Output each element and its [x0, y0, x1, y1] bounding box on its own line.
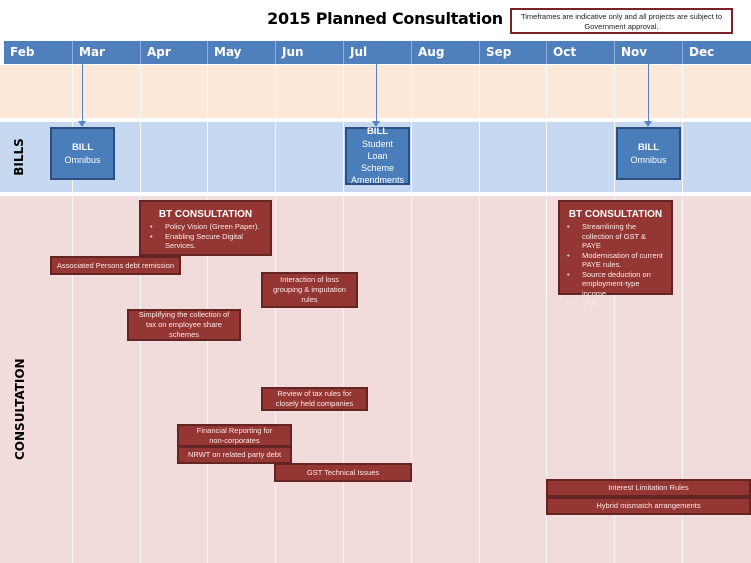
consultation-interest-limitation[interactable]: Interest Limitation Rules: [546, 479, 751, 497]
bt-consultation-items: Streamlining the collection of GST & PAY…: [564, 222, 667, 308]
month-sep: Sep: [479, 41, 546, 64]
month-gridline: [275, 196, 276, 563]
month-jun: Jun: [275, 41, 343, 64]
month-gridline: [614, 65, 615, 118]
month-gridline: [479, 122, 480, 192]
month-feb: Feb: [10, 45, 35, 59]
bt-item: Policy Vision (Green Paper).: [147, 222, 264, 232]
bt-item: Enabling Secure Digital Services.: [147, 232, 264, 251]
bill-subtitle: Omnibus: [630, 154, 667, 165]
month-gridline: [343, 65, 344, 118]
month-may: May: [207, 41, 275, 64]
bill-title: BILL: [366, 126, 389, 137]
month-gridline: [343, 196, 344, 563]
month-aug: Aug: [411, 41, 479, 64]
consultation-gst-technical[interactable]: GST Technical Issues: [274, 463, 412, 482]
bill-title: BILL: [637, 141, 660, 153]
month-gridline: [479, 196, 480, 563]
bills-lane-label: BILLS: [12, 138, 26, 176]
month-apr: Apr: [140, 41, 207, 64]
bill-subtitle: Omnibus: [64, 154, 101, 165]
month-gridline: [411, 122, 412, 192]
month-jul: Jul: [343, 41, 411, 64]
month-gridline: [411, 196, 412, 563]
month-gridline: [72, 65, 73, 118]
bt-item: Modernisation of current PAYE rules.: [564, 251, 667, 270]
bill-student-loan-jul[interactable]: BILL Student Loan Scheme Amendments: [345, 126, 410, 185]
arrow-line-nov: [648, 64, 649, 122]
month-mar: Mar: [72, 41, 140, 64]
arrow-line-mar: [82, 64, 83, 122]
month-gridline: [140, 65, 141, 118]
bill-subtitle: Student Loan Scheme Amendments: [351, 139, 405, 185]
month-gridline: [343, 122, 344, 192]
month-gridline: [614, 122, 615, 192]
consultation-loss-grouping[interactable]: Interaction of loss grouping & imputatio…: [261, 272, 358, 308]
bill-omnibus-nov[interactable]: BILL Omnibus: [616, 127, 681, 180]
month-gridline: [275, 122, 276, 192]
month-gridline: [479, 65, 480, 118]
bt-consultation-1[interactable]: BT CONSULTATION Policy Vision (Green Pap…: [139, 200, 272, 256]
bill-title: BILL: [71, 141, 94, 153]
month-gridline: [72, 196, 73, 563]
arrow-line-jul: [376, 64, 377, 122]
bt-consultation-items: Policy Vision (Green Paper). Enabling Se…: [147, 222, 264, 251]
month-gridline: [207, 122, 208, 192]
month-gridline: [140, 122, 141, 192]
bt-consultation-title: BT CONSULTATION: [158, 209, 253, 220]
month-dec: Dec: [682, 41, 751, 64]
bt-item: Source deduction on employment-type inco…: [564, 270, 667, 299]
month-gridline: [207, 65, 208, 118]
month-nov: Nov: [614, 41, 682, 64]
consultation-associated-persons[interactable]: Associated Persons debt remission: [50, 256, 181, 275]
bill-omnibus-mar[interactable]: BILL Omnibus: [50, 127, 115, 180]
bt-consultation-2[interactable]: BT CONSULTATION Streamlining the collect…: [558, 200, 673, 307]
month-gridline: [275, 65, 276, 118]
month-oct: Oct: [546, 41, 614, 64]
consultation-financial-reporting[interactable]: Financial Reporting for non-corporates: [177, 424, 292, 447]
bt-item: Streamlining the collection of GST & PAY…: [564, 222, 667, 251]
month-gridline: [411, 65, 412, 118]
page-title: 2015 Planned Consultation: [267, 9, 503, 28]
month-gridline: [546, 122, 547, 192]
consultation-employee-share-schemes[interactable]: Simplifying the collection of tax on emp…: [127, 309, 241, 341]
month-gridline: [682, 122, 683, 192]
month-header: Feb Mar Apr May Jun Jul Aug Sep Oct Nov …: [4, 41, 751, 64]
bt-item: TAA.: [564, 298, 667, 308]
consultation-closely-held-companies[interactable]: Review of tax rules for closely held com…: [261, 387, 368, 411]
consultation-nrwt[interactable]: NRWT on related party debt: [177, 446, 292, 464]
month-gridline: [682, 65, 683, 118]
consultation-lane-label: CONSULTATION: [13, 358, 27, 460]
disclaimer-note: Timeframes are indicative only and all p…: [510, 8, 733, 34]
month-gridline: [546, 65, 547, 118]
bt-consultation-title: BT CONSULTATION: [568, 209, 663, 220]
consultation-hybrid-mismatch[interactable]: Hybrid mismatch arrangements: [546, 497, 751, 515]
